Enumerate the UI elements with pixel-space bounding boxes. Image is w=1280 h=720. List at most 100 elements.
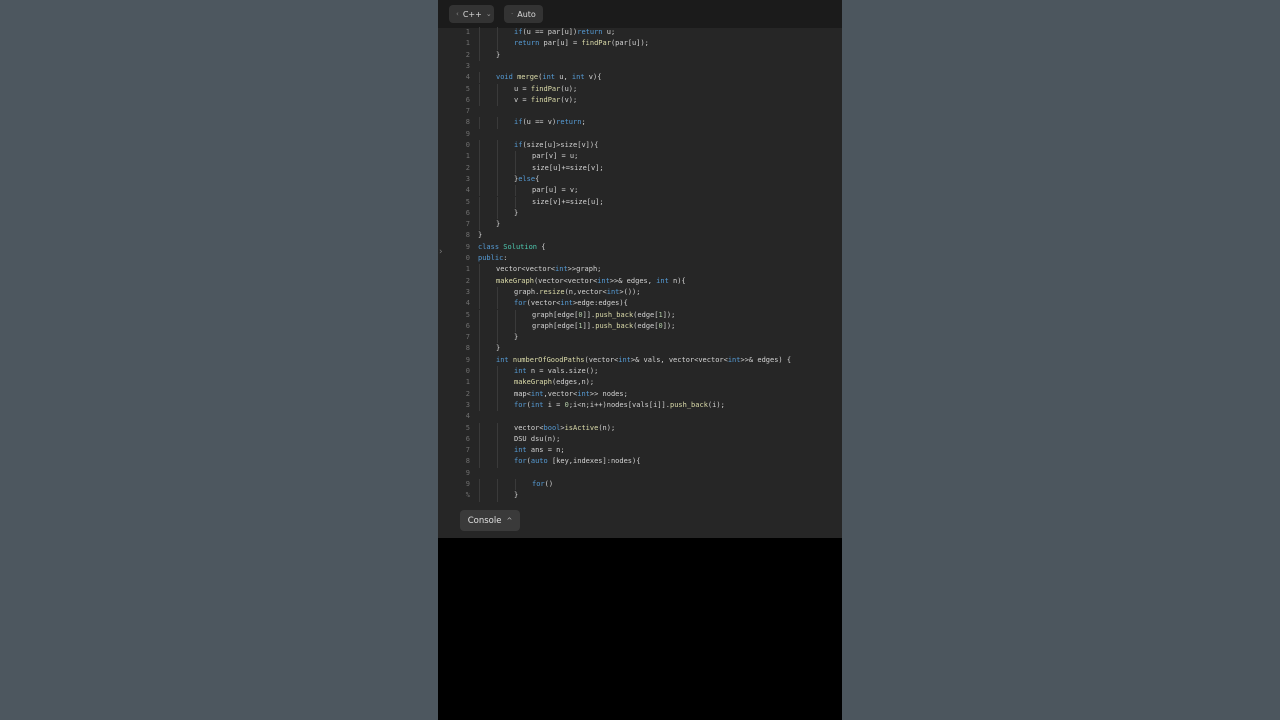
code-line[interactable]: 2 makeGraph(vector<vector<int>>& edges, i… bbox=[438, 275, 842, 287]
code-line[interactable]: 6 graph[edge[1]].push_back(edge[0]); bbox=[438, 320, 842, 333]
line-number: 8 bbox=[465, 118, 470, 127]
code-line[interactable]: 7} bbox=[438, 332, 842, 344]
code-line[interactable]: 5 size[v]+=size[u]; bbox=[438, 196, 842, 208]
indent-guide bbox=[497, 490, 498, 502]
code-line[interactable]: 5 u = findPar(u); bbox=[438, 83, 842, 95]
code-line[interactable]: 8 for(auto [key,indexes]:nodes){ bbox=[438, 456, 842, 468]
line-number: 2 bbox=[465, 389, 470, 398]
code-line[interactable]: 0 if(size[u]>size[v]){ bbox=[438, 140, 842, 152]
code-editor[interactable]: ‹ C++ ⌄ · Auto › 1 if(u == par[u])return … bbox=[438, 0, 842, 538]
code-line[interactable]: 1 makeGraph(edges,n); bbox=[438, 377, 842, 389]
code-text: } bbox=[478, 231, 483, 240]
code-line[interactable]: 2 size[u]+=size[v]; bbox=[438, 162, 842, 174]
indent-guide bbox=[479, 219, 480, 231]
code-line[interactable]: 1 vector<vector<int>>graph; bbox=[438, 264, 842, 276]
code-line[interactable]: 3}else{ bbox=[438, 173, 842, 186]
code-icon: ‹ bbox=[456, 10, 459, 18]
indent-guide bbox=[479, 38, 480, 50]
auto-mode-button[interactable]: · Auto bbox=[504, 5, 543, 23]
line-number: 7 bbox=[465, 333, 470, 342]
code-line[interactable]: 4 par[u] = v; bbox=[438, 185, 842, 197]
code-line[interactable]: 4 bbox=[438, 411, 842, 422]
code-text: }else{ bbox=[514, 174, 540, 183]
indent-guide bbox=[497, 185, 498, 197]
indent-guide bbox=[479, 479, 480, 491]
indent-guide bbox=[479, 366, 480, 378]
line-number: 7 bbox=[465, 220, 470, 229]
indent-guide bbox=[479, 298, 480, 310]
indent-guide bbox=[479, 377, 480, 389]
indent-guide bbox=[497, 456, 498, 468]
line-number: 1 bbox=[465, 378, 470, 387]
indent-guide bbox=[497, 366, 498, 378]
code-line[interactable]: 2 map<int,vector<int>> nodes; bbox=[438, 388, 842, 400]
code-line[interactable]: 9 bbox=[438, 129, 842, 140]
code-text: if(u == v)return; bbox=[514, 118, 586, 127]
indent-guide bbox=[479, 185, 480, 197]
code-line[interactable]: 9 for() bbox=[438, 479, 842, 491]
code-line[interactable]: 1 par[v] = u; bbox=[438, 151, 842, 163]
indent-guide bbox=[479, 332, 480, 344]
code-line[interactable]: %} bbox=[438, 490, 842, 502]
line-number: 1 bbox=[465, 265, 470, 274]
indent-guide bbox=[497, 377, 498, 389]
line-number: 0 bbox=[465, 367, 470, 375]
code-line[interactable]: 7} bbox=[438, 219, 842, 231]
code-line[interactable]: 3 graph.resize(n,vector<int>()); bbox=[438, 286, 842, 299]
code-line[interactable]: 9 int numberOfGoodPaths(vector<int>& vals… bbox=[438, 354, 842, 366]
code-text: for(auto [key,indexes]:nodes){ bbox=[514, 457, 641, 466]
language-selector[interactable]: ‹ C++ ⌄ bbox=[449, 5, 494, 23]
indent-guide bbox=[479, 445, 480, 457]
indent-guide bbox=[497, 173, 498, 186]
code-line[interactable]: 7 int ans = n; bbox=[438, 445, 842, 457]
line-number: 3 bbox=[465, 400, 470, 409]
code-line[interactable]: 1 if(u == par[u])return u; bbox=[438, 27, 842, 39]
code-text: } bbox=[496, 50, 501, 59]
indent-guide bbox=[515, 162, 516, 174]
indent-guide bbox=[497, 479, 498, 491]
code-line[interactable]: 2} bbox=[438, 49, 842, 61]
code-text: par[u] = v; bbox=[532, 186, 579, 195]
code-text: class Solution { bbox=[478, 242, 546, 251]
code-line[interactable]: 3 for(int i = 0;i<n;i++)nodes[vals[i]].pu… bbox=[438, 399, 842, 412]
code-text: vector<vector<int>>graph; bbox=[496, 265, 602, 274]
code-line[interactable]: 5 vector<bool>isActive(n); bbox=[438, 422, 842, 434]
code-line[interactable]: 0 public: bbox=[438, 253, 842, 264]
console-button[interactable]: Console ^ bbox=[460, 510, 520, 531]
code-line[interactable]: 3 bbox=[438, 61, 842, 72]
indent-guide bbox=[497, 94, 498, 107]
code-line[interactable]: 6 v = findPar(v); bbox=[438, 94, 842, 107]
code-text: if(size[u]>size[v]){ bbox=[514, 141, 599, 149]
indent-guide bbox=[479, 196, 480, 208]
code-text: u = findPar(u); bbox=[514, 84, 578, 93]
code-line[interactable]: 8 if(u == v)return; bbox=[438, 117, 842, 129]
code-line[interactable]: 9 bbox=[438, 468, 842, 479]
code-line[interactable]: 0 int n = vals.size(); bbox=[438, 366, 842, 378]
line-number: 8 bbox=[465, 344, 470, 353]
indent-guide bbox=[497, 151, 498, 163]
indent-guide bbox=[479, 275, 480, 287]
code-line[interactable]: 1 return par[u] = findPar(par[u]); bbox=[438, 38, 842, 50]
code-line[interactable]: 4 void merge(int u, int v){ bbox=[438, 72, 842, 84]
code-line[interactable]: 8} bbox=[438, 230, 842, 241]
code-line[interactable]: 7 bbox=[438, 106, 842, 117]
code-line[interactable]: 5 graph[edge[0]].push_back(edge[1]); bbox=[438, 309, 842, 321]
code-line[interactable]: 4 for(vector<int>edge:edges){ bbox=[438, 298, 842, 310]
code-text: } bbox=[514, 333, 519, 342]
code-area[interactable]: 1 if(u == par[u])return u; 1 return par[u] … bbox=[438, 27, 842, 507]
indent-guide bbox=[479, 320, 480, 333]
indent-guide bbox=[479, 388, 480, 400]
code-line[interactable]: 8} bbox=[438, 343, 842, 355]
console-label: Console bbox=[467, 515, 502, 526]
code-text: } bbox=[514, 208, 519, 217]
code-line[interactable]: 9 class Solution { bbox=[438, 242, 842, 253]
code-text: v = findPar(v); bbox=[514, 95, 578, 104]
line-number: 9 bbox=[465, 468, 470, 477]
indent-guide bbox=[479, 399, 480, 412]
code-line[interactable]: 6} bbox=[438, 207, 842, 220]
code-line[interactable]: 6 DSU dsu(n); bbox=[438, 433, 842, 446]
line-number: 0 bbox=[465, 141, 470, 149]
line-number: 2 bbox=[465, 163, 470, 172]
code-text: makeGraph(edges,n); bbox=[514, 378, 595, 387]
code-text: for() bbox=[532, 480, 554, 488]
